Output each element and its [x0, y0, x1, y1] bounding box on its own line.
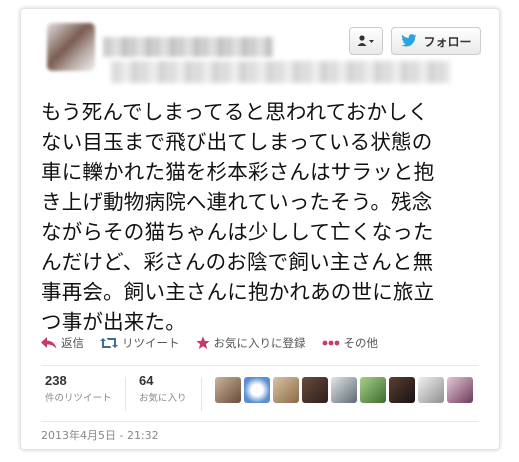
star-icon: [195, 336, 210, 349]
retweet-icon: [100, 338, 118, 348]
retweeter-avatars: [215, 377, 476, 403]
blurred-username: [111, 61, 451, 83]
tweet-line: ない目玉まで飛び出てしまっている状態の: [41, 130, 433, 154]
divider: [41, 421, 479, 422]
avatar[interactable]: [447, 377, 473, 403]
tweet-card: フォロー もう死んでしまってると思われておかしく ない目玉まで飛び出てしまってい…: [20, 8, 500, 450]
tweet-actions: 返信 リツイート お気に入りに登録 その他: [41, 335, 394, 351]
avatar[interactable]: [244, 377, 270, 403]
follow-button[interactable]: フォロー: [391, 27, 481, 55]
more-button[interactable]: その他: [322, 335, 379, 351]
avatar[interactable]: [302, 377, 328, 403]
user-icon: [357, 35, 374, 46]
avatar[interactable]: [389, 377, 415, 403]
avatar[interactable]: [331, 377, 357, 403]
blurred-display-name: [103, 37, 273, 57]
tweet-line: んだけど、彩さんのお陰で飼い主さんと無: [41, 250, 434, 274]
reply-arrow-icon: [41, 337, 57, 349]
retweet-button[interactable]: リツイート: [100, 335, 180, 351]
more-dots-icon: [322, 340, 339, 346]
reply-button[interactable]: 返信: [41, 335, 84, 351]
tweet-line: き上げ動物病院へ連れていったそう。残念: [41, 190, 433, 214]
avatar[interactable]: [47, 23, 95, 71]
follow-label: フォロー: [423, 34, 472, 49]
tweet-line: もう死んでしまってると思われておかしく: [41, 100, 429, 124]
retweet-stat[interactable]: 238 件のリツイート: [45, 373, 112, 404]
tweet-line: 事再会。飼い主さんに抱かれあの世に旅立: [41, 280, 435, 304]
tweet-text: もう死んでしまってると思われておかしく ない目玉まで飛び出てしまっている状態の …: [41, 97, 481, 337]
avatar[interactable]: [215, 377, 241, 403]
twitter-bird-icon: [401, 34, 418, 47]
reply-label: 返信: [61, 336, 84, 350]
tweet-timestamp[interactable]: 2013年4月5日 - 21:32: [41, 427, 159, 443]
divider: [201, 377, 202, 411]
favorite-count: 64: [139, 373, 154, 388]
tweet-line: つ事が出来た。: [41, 310, 186, 334]
tweet-line: ながらその猫ちゃんは少しして亡くなった: [41, 220, 434, 244]
divider: [125, 377, 126, 411]
divider: [41, 365, 479, 366]
user-actions-button[interactable]: [349, 27, 383, 55]
retweet-count: 238: [45, 373, 67, 388]
avatar[interactable]: [360, 377, 386, 403]
avatar[interactable]: [273, 377, 299, 403]
more-label: その他: [343, 336, 379, 350]
tweet-stats: 238 件のリツイート 64 お気に入り: [41, 373, 479, 419]
retweet-count-label: 件のリツイート: [45, 393, 112, 404]
favorite-button[interactable]: お気に入りに登録: [195, 335, 306, 351]
retweet-label: リツイート: [122, 336, 180, 350]
tweet-line: 車に轢かれた猫を杉本彩さんはサラッと抱: [41, 160, 435, 184]
favorite-label: お気に入りに登録: [213, 336, 306, 350]
favorite-stat[interactable]: 64 お気に入り: [139, 373, 187, 404]
favorite-count-label: お気に入り: [139, 393, 187, 404]
avatar[interactable]: [418, 377, 444, 403]
